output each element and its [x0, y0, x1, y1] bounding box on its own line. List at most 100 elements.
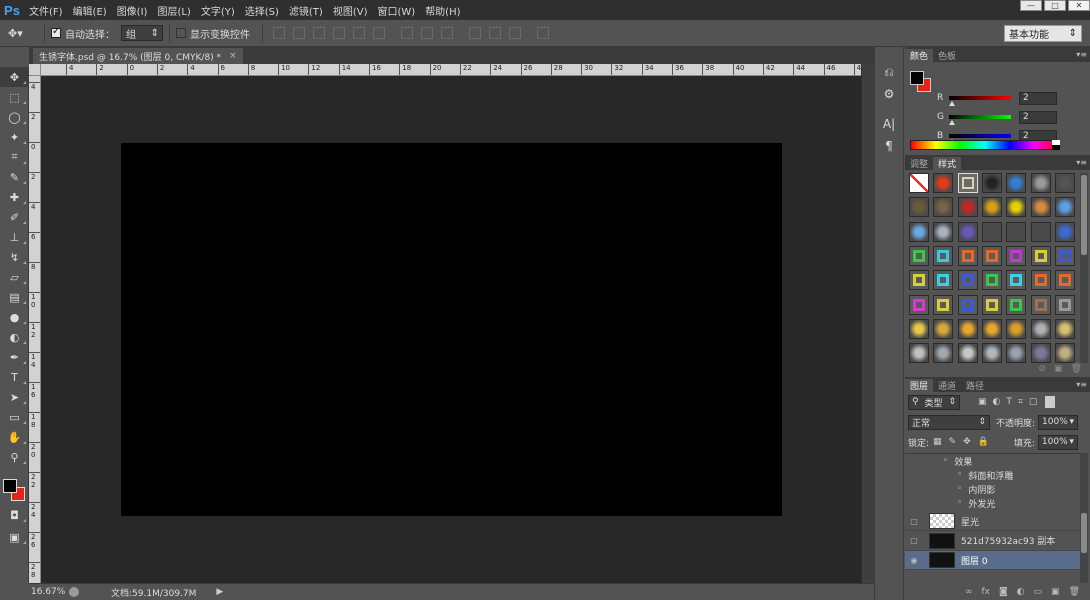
style-swatch[interactable] [933, 221, 954, 242]
history-brush-tool-icon[interactable]: ↯ [0, 247, 29, 267]
blur-tool-icon[interactable]: ● [0, 307, 29, 327]
close-tab-icon[interactable]: × [229, 51, 237, 61]
clone-stamp-tool-icon[interactable]: ⊥ [0, 227, 29, 247]
style-swatch[interactable] [1006, 173, 1027, 193]
style-swatch[interactable] [1006, 294, 1027, 315]
menu-item[interactable]: 滤镜(T) [284, 3, 328, 18]
eyedropper-tool-icon[interactable]: ✎ [0, 167, 29, 187]
distribute-right-icon[interactable] [509, 27, 521, 39]
style-swatch[interactable] [933, 197, 954, 218]
screen-mode-icon[interactable]: ▣ [0, 527, 29, 547]
lock-icons[interactable]: ▦✎✥🔒 [933, 437, 996, 447]
effects-eye-icon[interactable]: ◦ [943, 456, 948, 466]
style-swatch[interactable] [1054, 197, 1075, 218]
delete-style-icon[interactable]: 🗑 [1071, 364, 1082, 374]
align-vcenter-icon[interactable] [293, 27, 305, 39]
canvas-area[interactable] [41, 76, 861, 583]
dodge-tool-icon[interactable]: ◐ [0, 327, 29, 347]
style-swatch[interactable] [957, 245, 978, 266]
style-swatch[interactable] [909, 173, 929, 193]
channel-value-input[interactable]: 2 [1019, 91, 1057, 105]
brush-tool-icon[interactable]: ✐ [0, 207, 29, 227]
align-right-icon[interactable] [373, 27, 385, 39]
document-tab[interactable]: 生锈字体.psd @ 16.7% (图层 0, CMYK/8) * × [33, 48, 243, 64]
new-style-icon[interactable]: ▣ [1054, 364, 1063, 374]
menu-item[interactable]: 选择(S) [240, 3, 284, 18]
zoom-tool-icon[interactable]: ⚲ [0, 447, 29, 467]
style-swatch[interactable] [981, 245, 1002, 266]
panel-menu-icon[interactable]: ▾≡ [1076, 50, 1087, 59]
hand-tool-icon[interactable]: ✋ [0, 427, 29, 447]
panel-menu-icon[interactable]: ▾≡ [1076, 158, 1087, 167]
channel-slider[interactable] [949, 115, 1011, 125]
channel-slider[interactable] [949, 134, 1011, 144]
auto-select-dropdown[interactable]: 组 ⇕ [121, 25, 163, 41]
style-swatch[interactable] [981, 197, 1002, 218]
style-swatch[interactable] [933, 173, 954, 193]
visibility-toggle-icon[interactable]: ▢ [905, 536, 923, 545]
type-tool-icon[interactable]: T [0, 367, 29, 387]
style-swatch[interactable] [1006, 221, 1027, 242]
marquee-tool-icon[interactable]: ⬚ [0, 87, 29, 107]
menu-item[interactable]: 图像(I) [112, 3, 153, 18]
layer-filter-icons[interactable]: ▣◐T⌗▢ [978, 397, 1043, 407]
style-swatch[interactable] [909, 270, 929, 291]
styles-scroll-thumb[interactable] [1081, 175, 1087, 255]
style-swatch[interactable] [981, 318, 1002, 339]
link-layers-icon[interactable]: ∞ [965, 587, 973, 597]
style-swatch[interactable] [957, 270, 978, 291]
opacity-input[interactable]: 100% ▾ [1038, 414, 1079, 430]
minimize-button[interactable]: — [1020, 0, 1042, 11]
style-swatch[interactable] [981, 221, 1002, 242]
pen-tool-icon[interactable]: ✒ [0, 347, 29, 367]
effects-header-row[interactable]: ◦ 效果 [905, 454, 1080, 468]
new-group-icon[interactable]: ▭ [1034, 587, 1043, 597]
tab-styles[interactable]: 样式 [933, 157, 962, 170]
style-swatch[interactable] [1006, 197, 1027, 218]
visibility-toggle-icon[interactable]: ▢ [905, 517, 923, 526]
layers-scrollbar[interactable] [1080, 453, 1088, 583]
effect-row[interactable]: ◦ 外发光 [905, 496, 1080, 510]
style-swatch[interactable] [1054, 221, 1075, 242]
filter-toggle-icon[interactable] [1045, 396, 1056, 408]
style-swatch[interactable] [933, 294, 954, 315]
layer-row[interactable]: ▢ 521d75932ac93 副本 [905, 532, 1080, 551]
healing-brush-tool-icon[interactable]: ✚ [0, 187, 29, 207]
style-swatch[interactable] [981, 173, 1002, 193]
style-swatch[interactable] [1006, 270, 1027, 291]
style-swatch[interactable] [957, 221, 978, 242]
style-swatch[interactable] [957, 343, 978, 364]
character-panel-icon[interactable]: A| [875, 113, 903, 135]
style-swatch[interactable] [933, 318, 954, 339]
foreground-color-swatch[interactable] [3, 479, 17, 493]
effect-eye-icon[interactable]: ◦ [957, 470, 962, 480]
effect-row[interactable]: ◦ 斜面和浮雕 [905, 468, 1080, 482]
style-swatch[interactable] [933, 245, 954, 266]
style-swatch[interactable] [1054, 343, 1075, 364]
menu-item[interactable]: 帮助(H) [420, 3, 465, 18]
align-top-icon[interactable] [273, 27, 285, 39]
style-swatch[interactable] [909, 318, 929, 339]
style-swatch[interactable] [1030, 245, 1051, 266]
style-swatch[interactable] [1006, 318, 1027, 339]
style-swatch[interactable] [1006, 343, 1027, 364]
color-panel-foreground-swatch[interactable] [910, 71, 924, 85]
style-swatch[interactable] [981, 343, 1002, 364]
layer-row[interactable]: ▢ 星光 [905, 512, 1080, 531]
style-swatch[interactable] [957, 318, 978, 339]
close-button[interactable]: ✕ [1068, 0, 1090, 11]
tab-swatches[interactable]: 色板 [933, 49, 961, 62]
shape-tool-icon[interactable]: ▭ [0, 407, 29, 427]
align-left-icon[interactable] [333, 27, 345, 39]
tab-channels[interactable]: 通道 [933, 379, 961, 392]
style-swatch[interactable] [933, 270, 954, 291]
layer-row[interactable]: ◉ 图层 0 [905, 551, 1080, 570]
auto-align-icon[interactable] [537, 27, 549, 39]
fill-input[interactable]: 100% ▾ [1037, 434, 1078, 450]
color-swatches[interactable] [3, 479, 27, 503]
distribute-top-icon[interactable] [401, 27, 413, 39]
align-hcenter-icon[interactable] [353, 27, 365, 39]
align-bottom-icon[interactable] [313, 27, 325, 39]
style-swatch[interactable] [1054, 318, 1075, 339]
styles-scrollbar[interactable] [1080, 173, 1088, 363]
